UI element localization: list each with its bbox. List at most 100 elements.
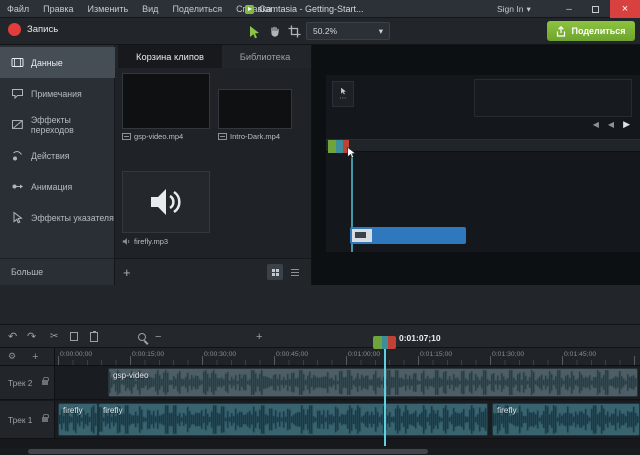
share-label: Поделиться xyxy=(571,26,626,36)
tab-label: Корзина клипов xyxy=(136,51,204,62)
playhead-scrubber[interactable] xyxy=(373,336,396,349)
caret-down-icon: ▾ xyxy=(378,25,383,36)
sidebar-more-button[interactable]: Больше xyxy=(0,258,115,285)
sidebar-item-label: Примечания xyxy=(31,88,82,99)
sidebar-item-cursor-effects[interactable]: Эффекты указателя xyxy=(0,202,115,233)
playback-controls: ‹ › ⚙ Свойства xyxy=(0,285,640,325)
cursor-arrow-icon xyxy=(250,25,259,38)
redo-icon: ↷ xyxy=(27,331,37,343)
sidebar-item-annotations[interactable]: Примечания xyxy=(0,78,115,109)
menu-edit[interactable]: Правка xyxy=(36,0,80,17)
preview-cursor-tool-icon xyxy=(340,87,346,95)
undo-button[interactable]: ↶ xyxy=(8,329,17,344)
sidebar-item-behaviors[interactable]: Действия xyxy=(0,140,115,171)
scrollbar-thumb[interactable] xyxy=(28,449,428,454)
media-thumbnail-intro-dark[interactable] xyxy=(218,89,292,129)
minimize-button[interactable]: – xyxy=(556,0,582,18)
transitions-icon xyxy=(11,120,23,129)
caret-down-icon: ▾ xyxy=(526,3,531,14)
sidebar-more-label: Больше xyxy=(11,267,44,277)
copy-button[interactable] xyxy=(70,329,83,344)
tab-library[interactable]: Библиотека xyxy=(222,45,308,68)
video-file-icon xyxy=(218,133,227,140)
prev-icon: ◀ xyxy=(607,120,615,129)
media-thumbnail-gsp-video[interactable] xyxy=(122,73,210,129)
video-file-icon xyxy=(122,133,131,140)
list-view-button[interactable] xyxy=(287,264,303,280)
cursor-effects-icon xyxy=(13,211,23,224)
add-track-icon[interactable]: + xyxy=(32,351,38,363)
track-1-header[interactable]: Трек 1 xyxy=(0,401,55,439)
window-title-text: Camtasia - Getting-Start... xyxy=(259,4,364,14)
zoom-in-button[interactable]: + xyxy=(256,329,262,344)
menu-share[interactable]: Поделиться xyxy=(165,0,229,17)
sidebar-item-animations[interactable]: Анимация xyxy=(0,171,115,202)
clip-label: firefly xyxy=(497,406,517,415)
magnifier-icon xyxy=(138,332,146,341)
paste-icon xyxy=(90,330,98,342)
ruler-label: 0:01:00;00 xyxy=(348,351,381,358)
behaviors-icon xyxy=(13,151,22,161)
prev-icon: ◀ xyxy=(592,120,599,129)
share-button[interactable]: Поделиться xyxy=(547,21,635,41)
timeline-clip-firefly-3[interactable]: firefly xyxy=(492,403,640,436)
ruler-label: 0:00:45;00 xyxy=(276,351,309,358)
play-icon: ▶ xyxy=(623,119,630,129)
redo-button[interactable]: ↷ xyxy=(27,329,36,344)
close-button[interactable]: × xyxy=(610,0,640,18)
cut-button[interactable]: ✂ xyxy=(50,329,58,344)
audio-waveform xyxy=(109,369,637,396)
gear-icon[interactable]: ⚙ xyxy=(8,351,16,362)
playhead-line[interactable] xyxy=(384,349,386,446)
zoom-value: 50.2% xyxy=(313,26,338,36)
preview-canvas[interactable]: ⋯ ◀ ◀ ▶ xyxy=(326,75,640,252)
plus-icon: + xyxy=(123,264,131,280)
sidebar-item-transitions[interactable]: Эффекты переходов xyxy=(0,109,115,140)
menu-file[interactable]: Файл xyxy=(0,0,36,17)
media-thumbnail-firefly[interactable] xyxy=(122,171,210,233)
menu-modify[interactable]: Изменить xyxy=(81,0,136,17)
lock-icon[interactable] xyxy=(42,414,49,422)
lock-icon[interactable] xyxy=(42,377,49,385)
menu-view[interactable]: Вид xyxy=(135,0,165,17)
preview-panel: ⋯ ◀ ◀ ▶ xyxy=(312,45,640,285)
select-tool-button[interactable] xyxy=(246,23,263,40)
grid-view-button[interactable] xyxy=(267,264,283,280)
more-dots-icon: ⋯ xyxy=(339,95,347,102)
camtasia-logo-icon xyxy=(245,4,254,14)
media-icon xyxy=(11,58,24,67)
track-2-lane[interactable]: gsp-video xyxy=(55,366,640,400)
timeline-clip-firefly-1[interactable]: firefly xyxy=(58,403,98,436)
clip-label: firefly xyxy=(63,406,83,415)
track-1-lane[interactable]: firefly firefly firefly xyxy=(55,401,640,439)
track-2-header[interactable]: Трек 2 xyxy=(0,366,55,400)
sign-in-button[interactable]: Sign In ▾ xyxy=(497,0,531,18)
minimize-icon: – xyxy=(566,3,572,15)
timeline-ruler[interactable]: 0:00:00;00 0:00:15;00 0:00:30;00 0:00:45… xyxy=(55,348,640,366)
ruler-label: 0:01:30;00 xyxy=(492,351,525,358)
preview-screencast-panel xyxy=(474,79,632,117)
pan-tool-button[interactable] xyxy=(266,23,283,40)
timeline-toolbar: ↶ ↷ ✂ − + xyxy=(0,325,640,348)
plus-icon: + xyxy=(256,330,263,343)
toolbar: Запись 50.2% ▾ Поделиться xyxy=(0,18,640,45)
record-button[interactable]: Запись xyxy=(8,23,58,36)
zoom-dropdown[interactable]: 50.2% ▾ xyxy=(306,22,390,40)
maximize-button[interactable] xyxy=(582,0,608,18)
timeline-clip-gsp-video[interactable]: gsp-video xyxy=(108,368,638,397)
selection-in-handle[interactable] xyxy=(373,336,382,349)
sign-in-label: Sign In xyxy=(497,4,524,14)
media-item-label: firefly.mp3 xyxy=(122,237,168,246)
ruler-label: 0:00:30;00 xyxy=(204,351,237,358)
timeline-horizontal-scrollbar[interactable] xyxy=(0,448,640,455)
tab-clip-bin[interactable]: Корзина клипов xyxy=(118,45,222,68)
paste-button[interactable] xyxy=(90,329,98,344)
add-media-button[interactable]: + xyxy=(123,265,131,280)
zoom-timeline-button[interactable] xyxy=(138,329,146,344)
selection-out-handle[interactable] xyxy=(388,336,396,349)
sidebar-item-media[interactable]: Данные xyxy=(0,47,115,78)
crop-tool-button[interactable] xyxy=(286,23,303,40)
zoom-out-button[interactable]: − xyxy=(155,329,161,344)
hand-icon xyxy=(271,26,279,37)
timeline-clip-firefly-2[interactable]: firefly xyxy=(98,403,488,436)
